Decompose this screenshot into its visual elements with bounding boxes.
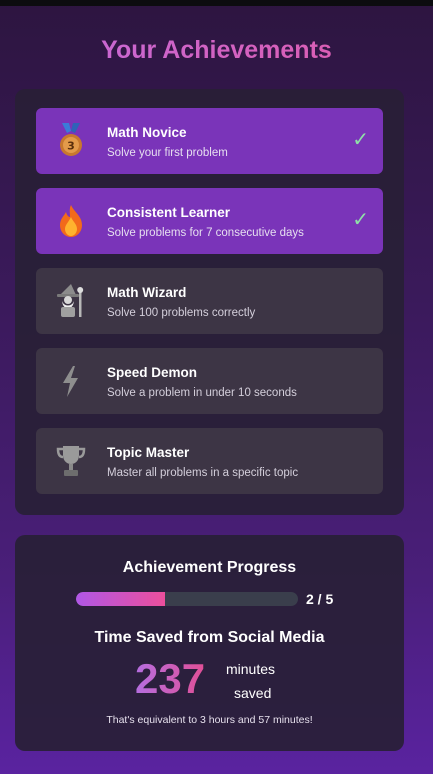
minutes-label: minutes: [226, 661, 276, 677]
achievement-card-speed-demon: Speed Demon Solve a problem in under 10 …: [36, 348, 383, 414]
time-equivalent-text: That's equivalent to 3 hours and 57 minu…: [106, 714, 313, 726]
progress-panel: Achievement Progress 2 / 5 Time Saved fr…: [15, 535, 404, 751]
achievement-card-consistent-learner: Consistent Learner Solve problems for 7 …: [36, 188, 383, 254]
time-saved-heading: Time Saved from Social Media: [94, 629, 325, 646]
achievement-name: Math Wizard: [107, 285, 187, 300]
achievement-card-topic-master: Topic Master Master all problems in a sp…: [36, 428, 383, 494]
lightning-icon: [54, 363, 88, 399]
medal-icon: 3: [54, 123, 88, 159]
achievement-description: Solve problems for 7 consecutive days: [107, 227, 304, 239]
achievements-panel: 3 Math Novice Solve your first problem ✓…: [15, 89, 404, 515]
checkmark-icon: ✓: [352, 127, 369, 151]
minutes-saved-value: 237: [135, 655, 206, 702]
achievement-name: Consistent Learner: [107, 205, 231, 220]
achievement-name: Speed Demon: [107, 365, 198, 380]
achievement-description: Solve your first problem: [107, 147, 228, 159]
trophy-icon: [54, 443, 88, 479]
achievement-description: Solve a problem in under 10 seconds: [107, 387, 297, 399]
achievement-name: Math Novice: [107, 125, 187, 140]
achievement-progress-heading: Achievement Progress: [122, 559, 297, 576]
achievement-card-math-novice: 3 Math Novice Solve your first problem ✓: [36, 108, 383, 174]
wizard-icon: [54, 283, 88, 319]
checkmark-icon: ✓: [352, 207, 369, 231]
svg-text:3: 3: [67, 140, 75, 153]
fire-icon: [54, 203, 88, 239]
achievement-name: Topic Master: [107, 445, 190, 460]
top-bar: [0, 0, 433, 6]
progress-bar-fill: [76, 592, 165, 606]
progress-count: 2 / 5: [306, 591, 334, 607]
achievement-card-math-wizard: Math Wizard Solve 100 problems correctly: [36, 268, 383, 334]
progress-bar: [76, 592, 298, 606]
page-title: Your Achievements: [0, 36, 433, 65]
achievement-description: Master all problems in a specific topic: [107, 467, 299, 479]
achievement-description: Solve 100 problems correctly: [107, 307, 256, 319]
saved-label: saved: [234, 685, 272, 701]
